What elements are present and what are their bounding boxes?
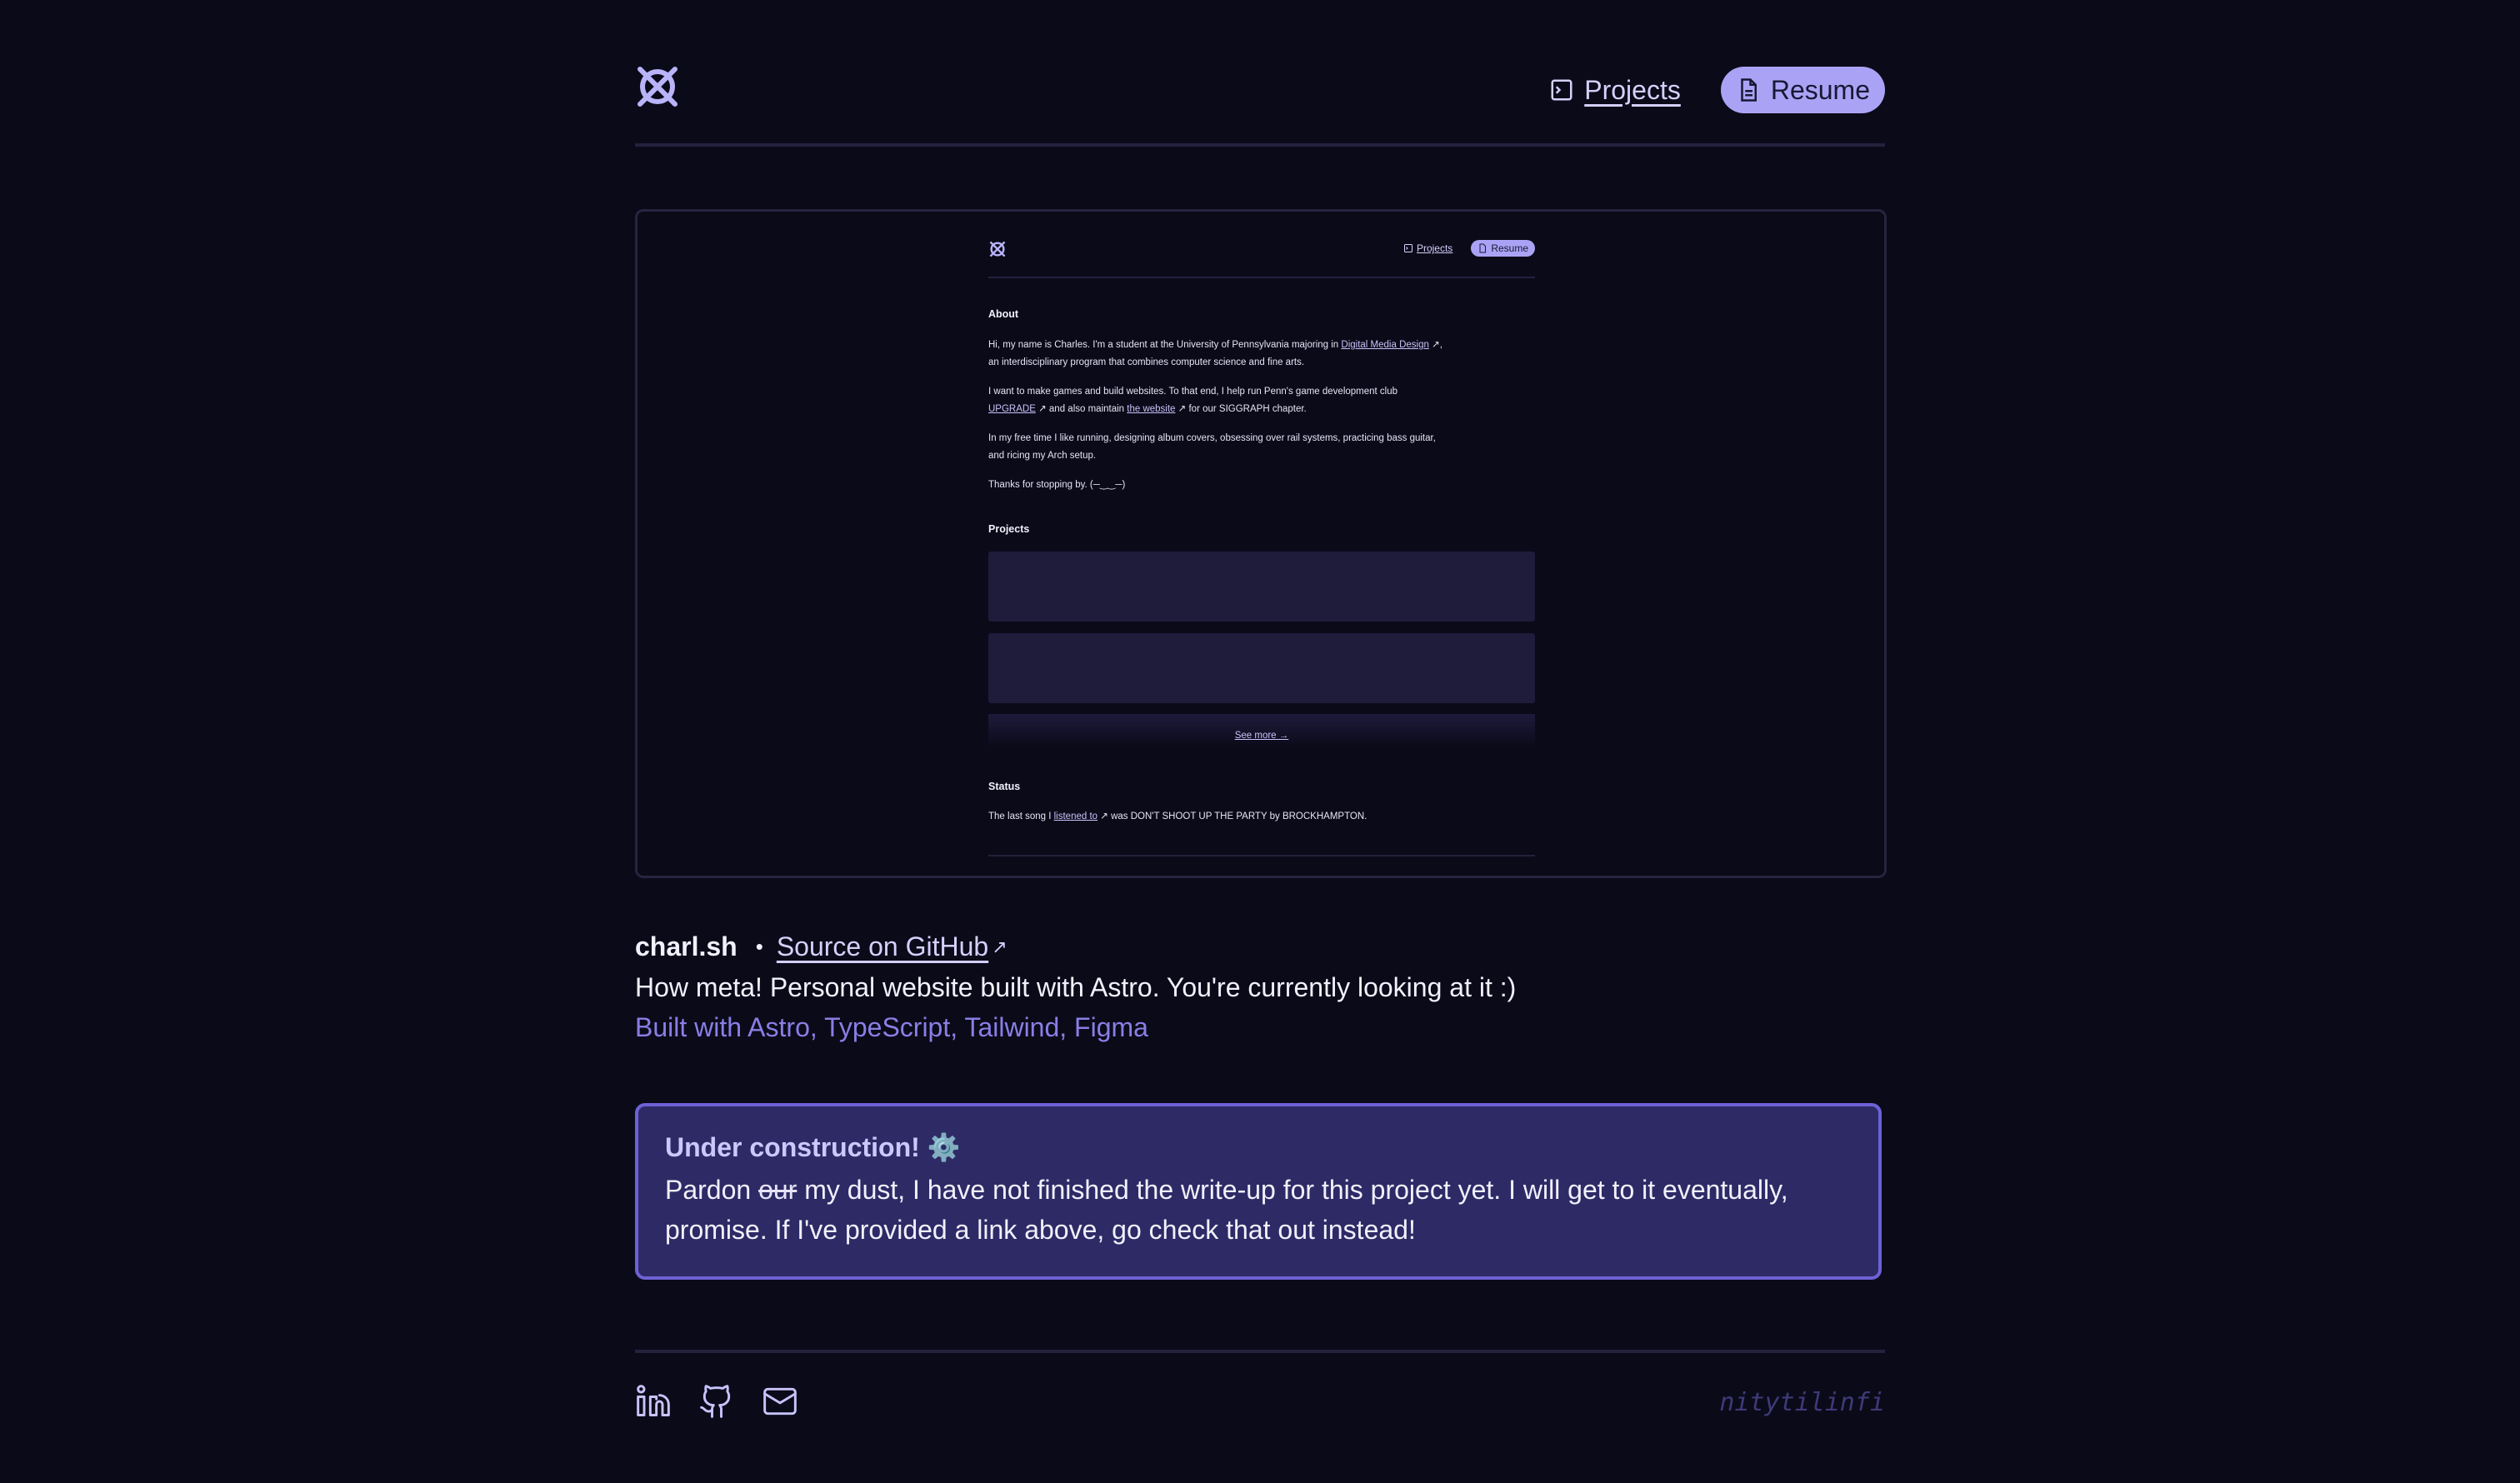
preview-see-more: See more → — [988, 714, 1535, 747]
preview-about-p2: I want to make games and build websites.… — [988, 383, 1535, 418]
preview-text: for our SIGGRAPH chapter. — [1186, 404, 1307, 414]
terminal-icon — [1403, 244, 1412, 252]
document-icon — [1741, 78, 1757, 102]
github-icon[interactable] — [698, 1383, 735, 1420]
callout-strikethrough: our — [758, 1175, 798, 1205]
preview-page: Projects Resume About Hi, my name is Cha… — [988, 212, 1535, 876]
site-footer: nitytilinfi — [635, 1350, 1885, 1453]
preview-link: the website — [1127, 404, 1176, 414]
project-tech-stack: Built with Astro, TypeScript, Tailwind, … — [635, 1012, 1148, 1042]
preview-nav: Projects Resume — [1403, 240, 1535, 257]
footer-handle: nitytilinfi — [1719, 1388, 1885, 1417]
preview-status-heading: Status — [988, 781, 1021, 792]
nav-resume-label: Resume — [1770, 74, 1870, 105]
nav-projects-label: Projects — [1584, 74, 1681, 105]
source-github-link[interactable]: Source on GitHub — [777, 931, 988, 962]
preview-text: and also maintain — [1046, 404, 1128, 414]
preview-header: Projects Resume — [988, 240, 1535, 278]
site-logo-icon[interactable] — [635, 64, 680, 109]
main-nav: Projects Resume — [1549, 67, 1885, 113]
external-link-icon: ↗ — [1428, 340, 1440, 350]
preview-link: UPGRADE — [988, 404, 1036, 414]
project-preview-image: Projects Resume About Hi, my name is Cha… — [635, 209, 1887, 878]
project-description: How meta! Personal website built with As… — [635, 972, 1517, 1002]
project-name: charl.sh — [635, 931, 738, 961]
preview-text: an interdisciplinary program that combin… — [988, 357, 1305, 367]
preview-about-p1: Hi, my name is Charles. I'm a student at… — [988, 337, 1535, 372]
nav-projects-link[interactable]: Projects — [1549, 75, 1681, 106]
preview-text: Hi, my name is Charles. I'm a student at… — [988, 340, 1342, 350]
preview-nav-resume-label: Resume — [1491, 242, 1528, 254]
external-link-icon: ↗ — [1175, 404, 1187, 414]
external-link-icon: ↗ — [1035, 404, 1047, 414]
external-link-icon: ↗ — [1098, 811, 1108, 821]
preview-nav-projects-label: Projects — [1416, 242, 1453, 254]
construction-callout: Under construction! ⚙️ Pardon our my dus… — [635, 1103, 1882, 1280]
preview-text: and ricing my Arch setup. — [988, 451, 1097, 461]
external-link-icon: ↗ — [992, 936, 1008, 957]
preview-text: In my free time I like running, designin… — [988, 433, 1436, 443]
preview-about-p4: Thanks for stopping by. (─‿‿─) — [988, 480, 1126, 490]
title-separator: • — [755, 934, 763, 959]
preview-status-text: The last song I listened to ↗ was DON'T … — [988, 808, 1535, 826]
preview-link: listened to — [1053, 811, 1098, 821]
preview-text: I want to make games and build websites.… — [988, 387, 1398, 397]
callout-body: Pardon our my dust, I have not finished … — [665, 1170, 1852, 1250]
document-icon — [1479, 243, 1487, 253]
project-title-row: charl.sh • Source on GitHub ↗ — [635, 931, 1008, 962]
callout-title: Under construction! ⚙️ — [665, 1132, 961, 1162]
callout-body-rest: my dust, I have not finished the write-u… — [665, 1175, 1788, 1245]
preview-logo-icon — [989, 241, 1006, 257]
preview-footer — [988, 855, 1535, 856]
preview-about-p3: In my free time I like running, designin… — [988, 430, 1535, 465]
terminal-icon — [1551, 79, 1572, 101]
nav-resume-button[interactable]: Resume — [1720, 67, 1885, 113]
linkedin-icon[interactable] — [635, 1383, 672, 1420]
preview-text: was DON'T SHOOT UP THE PARTY by BROCKHAM… — [1108, 811, 1368, 821]
preview-text: , — [1439, 340, 1442, 350]
callout-body-start: Pardon — [665, 1175, 759, 1205]
mail-icon[interactable] — [762, 1383, 798, 1420]
preview-link: Digital Media Design — [1341, 340, 1429, 350]
preview-project-card — [988, 633, 1535, 703]
preview-nav-projects: Projects — [1403, 242, 1452, 254]
preview-nav-resume: Resume — [1471, 240, 1535, 257]
social-links — [635, 1383, 798, 1420]
preview-projects-heading: Projects — [988, 523, 1030, 535]
site-header: Projects Resume — [635, 0, 1885, 147]
preview-project-card — [988, 552, 1535, 622]
preview-text: The last song I — [988, 811, 1054, 821]
preview-about-heading: About — [988, 308, 1019, 320]
